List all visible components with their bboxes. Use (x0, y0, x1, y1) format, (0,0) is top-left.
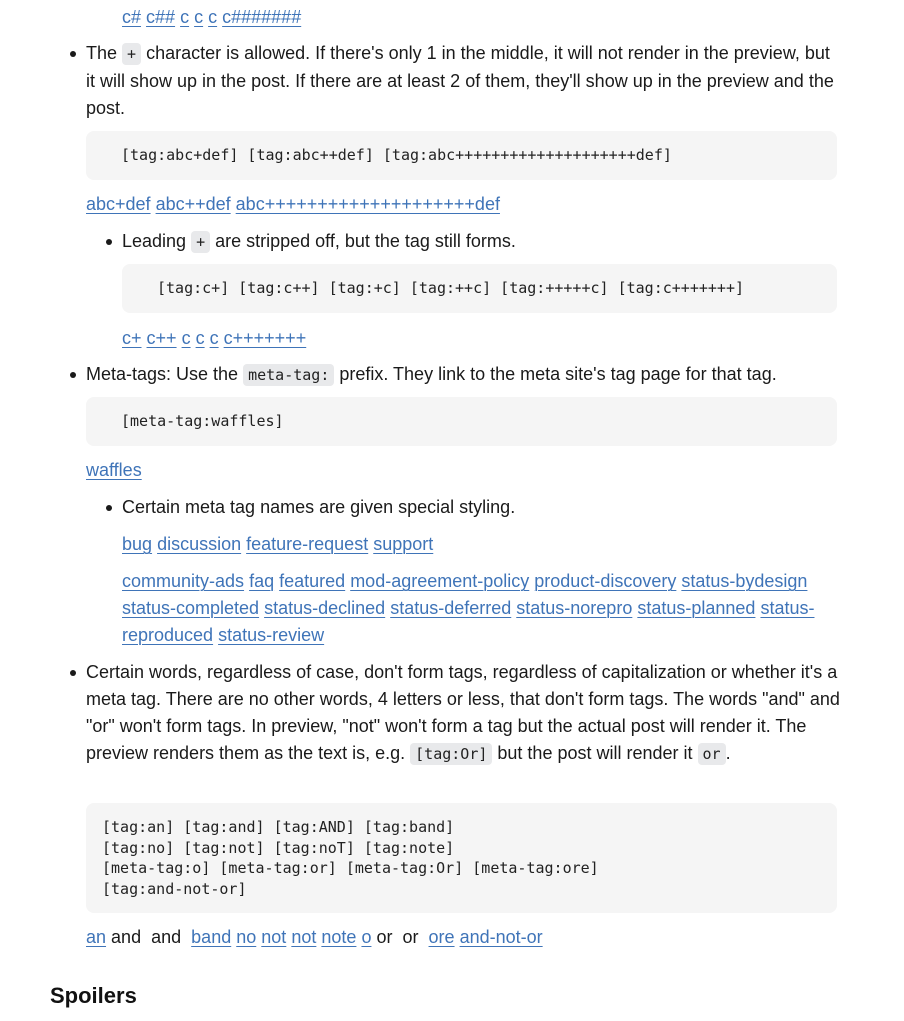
tag-link[interactable]: abc++def (156, 194, 231, 214)
tag-link[interactable]: featured (279, 571, 345, 591)
code-text: [tag:an] [tag:and] [tag:AND] [tag:band] … (102, 818, 599, 898)
tag-row-special-1: bug discussion feature-request support (122, 531, 433, 558)
code-text: [meta-tag:waffles] (121, 412, 284, 430)
tag-link[interactable]: c# (122, 7, 141, 27)
tag-row-sharp: c# c## c c c c####### (122, 4, 301, 31)
bullet-text: Certain meta tag names are given special… (122, 497, 516, 517)
code-text: [tag:c+] [tag:c++] [tag:+c] [tag:++c] [t… (157, 279, 744, 297)
tag-link[interactable]: c+ (122, 328, 142, 348)
bullet-leading-plus: Leading + are stripped off, but the tag … (106, 228, 837, 256)
tag-row-reserved-words: an and and band no not not note o or or … (86, 924, 543, 951)
code-block-leading-plus: [tag:c+] [tag:c++] [tag:+c] [tag:++c] [t… (122, 264, 837, 313)
inline-code: or (697, 743, 726, 765)
bullet-text: but the post will render it (492, 743, 698, 763)
tag-link[interactable]: not (291, 927, 316, 947)
tag-link[interactable]: not (261, 927, 286, 947)
tag-link[interactable]: ore (429, 927, 455, 947)
bullet-text: The (86, 43, 123, 63)
tag-link[interactable]: feature-request (246, 534, 368, 554)
tag-link[interactable]: c (194, 7, 203, 27)
plain-word: or (376, 927, 393, 947)
tag-row-special-2: community-ads faq featured mod-agreement… (122, 568, 822, 649)
tag-link[interactable]: status-declined (264, 598, 385, 618)
tag-row-plus: abc+def abc++def abc++++++++++++++++++++… (86, 191, 500, 218)
tag-link[interactable]: and-not-or (460, 927, 543, 947)
bullet-special-meta: Certain meta tag names are given special… (106, 494, 837, 521)
tag-link[interactable]: c+++++++ (224, 328, 307, 348)
tag-link[interactable]: abc+def (86, 194, 151, 214)
tag-link[interactable]: mod-agreement-policy (350, 571, 529, 591)
inline-code: + (122, 43, 142, 65)
tag-link[interactable]: community-ads (122, 571, 244, 591)
tag-link[interactable]: o (361, 927, 371, 947)
bullet-reserved-words: Certain words, regardless of case, don't… (70, 659, 841, 768)
tag-link[interactable]: status-completed (122, 598, 259, 618)
tag-link[interactable]: c (182, 328, 191, 348)
tag-link[interactable]: faq (249, 571, 274, 591)
section-heading-spoilers: Spoilers (50, 983, 137, 1008)
tag-link[interactable]: product-discovery (534, 571, 676, 591)
bullet-text: are stripped off, but the tag still form… (210, 231, 516, 251)
tag-link[interactable]: abc++++++++++++++++++++def (236, 194, 500, 214)
bullet-text: Meta-tags: Use the (86, 364, 244, 384)
bullet-text: . (725, 743, 731, 763)
code-block-reserved-words: [tag:an] [tag:and] [tag:AND] [tag:band] … (86, 803, 837, 913)
tag-link[interactable]: discussion (157, 534, 241, 554)
tag-row-leading-plus: c+ c++ c c c c+++++++ (122, 325, 306, 352)
tag-link[interactable]: c (180, 7, 189, 27)
tag-link[interactable]: no (236, 927, 256, 947)
bullet-text: Leading (122, 231, 192, 251)
code-text: [tag:abc+def] [tag:abc++def] [tag:abc+++… (121, 146, 672, 164)
bullet-text: prefix. They link to the meta site's tag… (334, 364, 777, 384)
bullet-text: character is allowed. If there's only 1 … (86, 43, 834, 118)
bullet-meta-tags: Meta-tags: Use the meta-tag: prefix. The… (70, 361, 841, 389)
code-block-plus: [tag:abc+def] [tag:abc++def] [tag:abc+++… (86, 131, 837, 180)
tag-link[interactable]: waffles (86, 460, 142, 480)
tag-link[interactable]: c++ (147, 328, 177, 348)
tag-link[interactable]: an (86, 927, 106, 947)
inline-code: + (191, 231, 211, 253)
tag-link[interactable]: c## (146, 7, 175, 27)
tag-link[interactable]: status-review (218, 625, 324, 645)
inline-code: meta-tag: (243, 364, 335, 386)
tag-link[interactable]: status-norepro (516, 598, 632, 618)
tag-link[interactable]: status-planned (637, 598, 755, 618)
plain-word: or (402, 927, 419, 947)
tag-link[interactable]: c (210, 328, 219, 348)
tag-link[interactable]: band (191, 927, 231, 947)
tag-link[interactable]: c (196, 328, 205, 348)
tag-link[interactable]: c####### (222, 7, 301, 27)
tag-link[interactable]: bug (122, 534, 152, 554)
tag-link[interactable]: note (321, 927, 356, 947)
plain-word: and (111, 927, 142, 947)
tag-link[interactable]: status-bydesign (681, 571, 807, 591)
code-block-meta: [meta-tag:waffles] (86, 397, 837, 446)
plain-word: and (151, 927, 182, 947)
tag-link[interactable]: status-deferred (390, 598, 511, 618)
tag-link[interactable]: c (208, 7, 217, 27)
bullet-plus-character: The + character is allowed. If there's o… (70, 40, 841, 122)
tag-link[interactable]: support (373, 534, 433, 554)
tag-row-meta: waffles (86, 457, 142, 484)
inline-code: [tag:Or] (410, 743, 493, 765)
